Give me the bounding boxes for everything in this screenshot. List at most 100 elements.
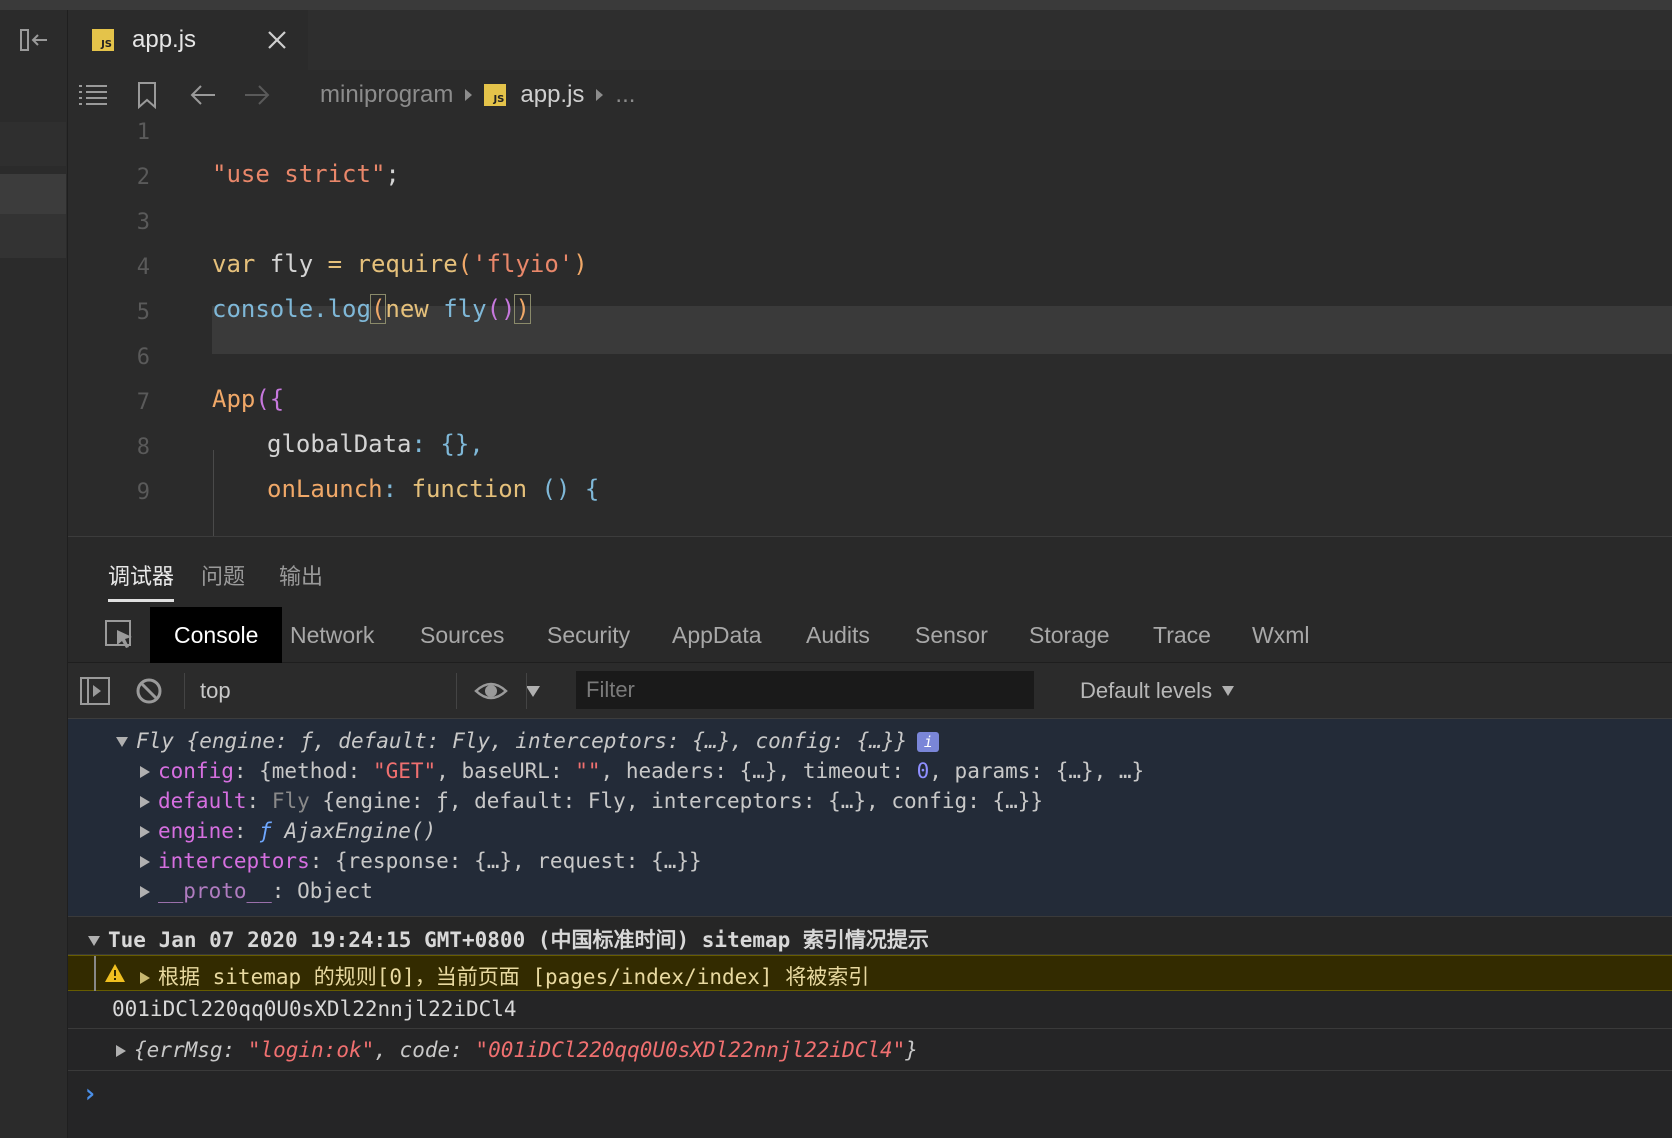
property-key: __proto__ [158,879,272,903]
arrow-left-icon [190,85,215,105]
console-toolbar: top Default levels [68,663,1672,719]
left-panel-item-selected[interactable] [0,174,66,214]
tab-audits[interactable]: Audits [806,607,870,663]
console-group-header[interactable]: Tue Jan 07 2020 19:24:15 GMT+0800 (中国标准时… [68,917,1672,955]
code-token: ( [457,250,473,278]
breadcrumb-more[interactable]: ... [615,81,635,109]
console-log-row[interactable]: {errMsg: "login:ok", code: "001iDCl220qq… [68,1029,1672,1071]
result-key: code [399,1038,451,1062]
line-number: 7 [136,390,150,415]
property-number: 0 [916,759,930,783]
breadcrumb-folder[interactable]: miniprogram [320,81,453,109]
expand-arrow-icon[interactable] [140,826,150,838]
log-value: 001iDCl220qq0U0sXDl22nnjl22iDCl4 [112,997,517,1021]
left-panel-item[interactable] [0,214,66,258]
object-summary: {engine: ƒ, default: Fly, interceptors: … [186,729,908,753]
code-token: ({ [255,385,285,413]
expand-arrow-icon[interactable] [140,972,150,984]
editor-tab-bar [68,10,1672,70]
property-key: config [158,759,234,783]
expand-arrow-icon[interactable] [140,766,150,778]
back-button[interactable] [186,78,220,112]
left-panel-item[interactable] [0,122,66,166]
tab-trace[interactable]: Trace [1153,607,1211,663]
object-property[interactable]: config: {method: "GET", baseURL: "", hea… [140,759,1144,783]
expand-arrow-icon[interactable] [88,936,100,946]
code-token: ; [385,160,400,188]
tab-network[interactable]: Network [290,607,374,663]
object-property[interactable]: default: Fly {engine: ƒ, default: Fly, i… [140,789,1043,813]
tab-problems[interactable]: 问题 [201,559,245,591]
line-number: 9 [136,480,150,505]
info-icon[interactable]: i [917,732,940,752]
warning-icon [105,964,125,982]
property-text: AjaxEngine() [271,819,437,843]
inspect-element-icon[interactable] [104,619,136,651]
js-file-icon: JS [92,29,114,51]
collapse-sidebar-button[interactable] [16,22,52,58]
code-token: : [382,475,412,503]
code-token: App [212,385,256,413]
js-file-icon: JS [484,84,507,106]
property-text: : {method: [233,759,373,783]
object-property[interactable]: engine: ƒ AjaxEngine() [140,819,436,843]
tab-app-js[interactable]: JS app.js [68,10,308,70]
tab-output[interactable]: 输出 [279,559,323,591]
forward-button[interactable] [240,78,274,112]
property-text: : Object [271,879,373,903]
toolbar-divider [184,673,185,709]
code-token: fly [428,295,487,323]
tab-console[interactable]: Console [150,607,283,663]
tab-debugger[interactable]: 调试器 [108,559,174,591]
property-text: : [246,789,272,813]
object-property[interactable]: __proto__: Object [140,879,373,903]
line-number: 8 [136,435,150,460]
result-key: errMsg [146,1038,223,1062]
result-text: , [374,1038,400,1062]
property-text: {engine: ƒ, default: Fly, interceptors: … [309,789,1044,813]
result-text: { [134,1038,147,1062]
arrow-right-icon [245,85,270,105]
line-number: 1 [136,120,150,145]
warning-text: 根据 sitemap 的规则[0]，当前页面 [pages/index/inde… [158,965,870,989]
log-levels-select[interactable]: Default levels [1080,673,1235,709]
object-header[interactable]: Fly {engine: ƒ, default: Fly, intercepto… [116,729,940,753]
tab-storage[interactable]: Storage [1029,607,1110,663]
code-token: onLaunch [267,475,383,503]
outline-list-button[interactable] [76,78,110,112]
tab-sensor[interactable]: Sensor [915,607,988,663]
property-text: , params: {…}, …} [929,759,1145,783]
console-warning-row[interactable]: 根据 sitemap 的规则[0]，当前页面 [pages/index/inde… [68,955,1672,992]
code-token: () [486,295,516,323]
close-icon[interactable] [264,27,290,53]
eye-icon[interactable] [474,677,508,705]
property-key: engine [158,819,234,843]
object-property[interactable]: interceptors: {response: {…}, request: {… [140,849,702,873]
code-token: fly [255,250,328,278]
expand-arrow-icon[interactable] [116,1045,126,1057]
sidebar-toggle-icon[interactable] [80,676,110,706]
expand-arrow-icon[interactable] [140,856,150,868]
chevron-down-icon [526,686,540,697]
expand-arrow-icon[interactable] [140,796,150,808]
console-input-row[interactable]: › [68,1071,1672,1138]
property-type: Fly [271,789,310,813]
tab-wxml[interactable]: Wxml [1252,607,1309,663]
result-string: "001iDCl220qq0U0sXDl22nnjl22iDCl4" [475,1038,906,1062]
filter-input[interactable] [576,671,1034,709]
editor-toolbar: miniprogram JS app.js ... [68,70,1672,120]
tab-sources[interactable]: Sources [420,607,504,663]
property-text: , baseURL: [436,759,576,783]
clear-console-icon[interactable] [134,676,164,706]
list-icon [79,85,107,105]
bookmark-button[interactable] [130,78,164,112]
code-line-8: globalData: {}, [267,430,484,458]
tab-security[interactable]: Security [547,607,630,663]
breadcrumb-file[interactable]: app.js [520,81,584,109]
expand-arrow-icon[interactable] [140,886,150,898]
tab-appdata[interactable]: AppData [672,607,762,663]
code-editor[interactable]: 1 2 3 4 5 6 7 8 9 "use strict"; var fly … [68,120,1672,536]
expand-arrow-icon[interactable] [116,737,128,747]
group-title-text: Tue Jan 07 2020 19:24:15 GMT+0800 (中国标准时… [108,928,929,952]
code-token: = [327,250,343,278]
